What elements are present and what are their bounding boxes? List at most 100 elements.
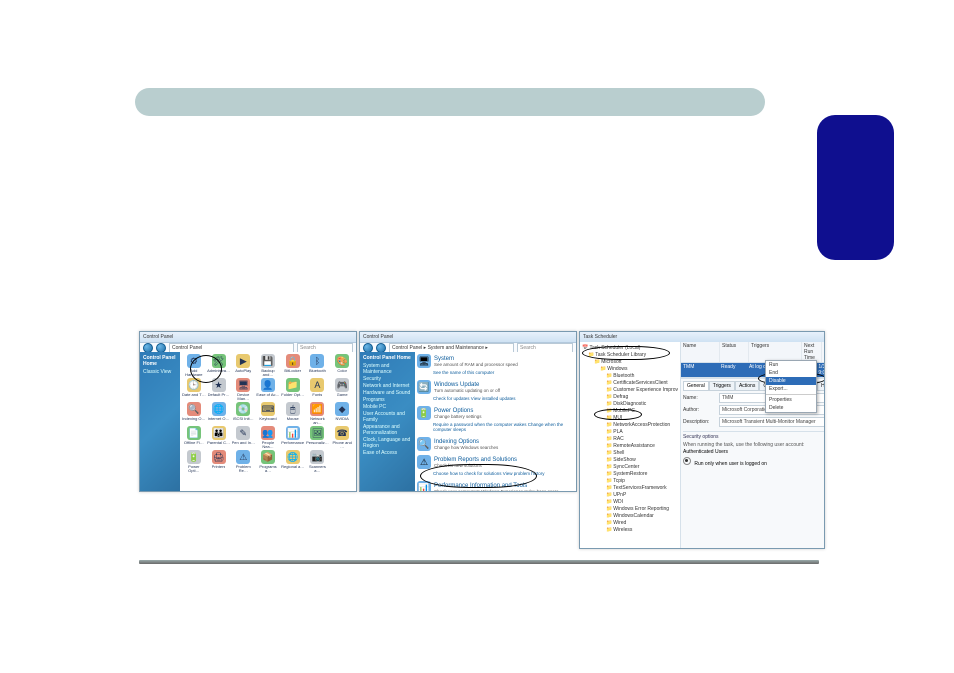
cp-item[interactable]: 🕒Date and T… (182, 378, 206, 401)
section: 🖥SystemSee amount of RAM and processor s… (415, 352, 576, 370)
tree-folder[interactable]: UPnP (606, 492, 678, 498)
sidebar-category[interactable]: Clock, Language and Region (363, 437, 418, 449)
tree-folder[interactable]: RemoteAssistance (606, 443, 678, 449)
tab-history[interactable]: History (817, 381, 825, 390)
cp-item[interactable]: 🔋Power Opti… (182, 450, 206, 473)
tree-folder[interactable]: DiskDiagnostic (606, 401, 678, 407)
cp-item[interactable]: 👪Parental C… (207, 426, 231, 449)
menu-export[interactable]: Export... (766, 385, 816, 393)
section-link[interactable]: Check for updates View installed updates (433, 396, 576, 401)
section-title[interactable]: Problem Reports and Solutions (434, 457, 517, 463)
cp-item[interactable]: 🖨Printers (207, 450, 231, 473)
sidebar-category[interactable]: Mobile PC (363, 404, 418, 410)
tree-folder[interactable]: Wired (606, 520, 678, 526)
tree-folder[interactable]: Bluetooth (606, 373, 678, 379)
menu-end[interactable]: End (766, 369, 816, 377)
tree-library[interactable]: Task Scheduler Library (588, 352, 678, 358)
sidebar-link-classic[interactable]: Classic View (143, 369, 183, 375)
cp-item[interactable]: 🖥Device Man… (231, 378, 255, 401)
section-link[interactable]: See the name of this computer (433, 370, 576, 375)
cp-item[interactable]: 🎮Game (330, 378, 354, 401)
section-link[interactable]: Choose how to check for solutions View p… (433, 471, 576, 476)
cp-item[interactable]: 💾Backup and… (256, 354, 280, 377)
sidebar-category[interactable]: Network and Internet (363, 383, 418, 389)
cp-item[interactable]: 👤Ease of Ac… (256, 378, 280, 401)
cp-item[interactable]: ▶AutoPlay (231, 354, 255, 377)
tree-root[interactable]: 📅 Task Scheduler (Local) (582, 345, 678, 351)
tab-triggers[interactable]: Triggers (709, 381, 735, 390)
sidebar-category[interactable]: Security (363, 376, 418, 382)
cp-item[interactable]: ✎Pen and In… (231, 426, 255, 449)
cp-item[interactable]: 📷Scanners a… (306, 450, 330, 473)
cp-item[interactable]: 🖼Personaliz… (306, 426, 330, 449)
section-link[interactable]: Require a password when the computer wak… (433, 422, 576, 432)
cp-icon-label: Game (337, 393, 348, 397)
menu-disable[interactable]: Disable (766, 377, 816, 385)
cp-item[interactable]: ☎Phone and … (330, 426, 354, 449)
tree-folder[interactable]: TextServicesFramework (606, 485, 678, 491)
sidebar-category[interactable]: Hardware and Sound (363, 390, 418, 396)
cp-item[interactable]: ⌨Keyboard (256, 402, 280, 425)
tree-folder[interactable]: PLA (606, 429, 678, 435)
tree-folder[interactable]: CertificateServicesClient (606, 380, 678, 386)
tree-microsoft[interactable]: Microsoft (594, 359, 678, 365)
tree-windows[interactable]: Windows (600, 366, 678, 372)
tree-folder[interactable]: SystemRestore (606, 471, 678, 477)
tree-folder[interactable]: Shell (606, 450, 678, 456)
cp-item[interactable]: 🌐Internet O… (207, 402, 231, 425)
desc-field[interactable]: Microsoft Transient Multi-Monitor Manage… (719, 417, 825, 427)
cp-item[interactable]: 🖱Mouse (281, 402, 305, 425)
tree-folder[interactable]: SideShow (606, 457, 678, 463)
icon-content: ⚙Add Hardware🛠Administra…▶AutoPlay💾Backu… (180, 352, 356, 491)
tab-actions[interactable]: Actions (735, 381, 759, 390)
cp-item[interactable]: ⚠Problem Re… (231, 450, 255, 473)
sidebar-category[interactable]: Programs (363, 397, 418, 403)
tree-folder[interactable]: WindowsCalendar (606, 513, 678, 519)
tree-folder[interactable]: WDI (606, 499, 678, 505)
sidebar-category[interactable]: Ease of Access (363, 450, 418, 456)
tree-folder[interactable]: Defrag (606, 394, 678, 400)
cp-item[interactable]: 📊Performance (281, 426, 305, 449)
col-last[interactable]: Last Run Time (822, 342, 825, 362)
menu-delete[interactable]: Delete (766, 404, 816, 412)
cp-item[interactable]: ★Default Pr… (207, 378, 231, 401)
cp-item[interactable]: 📁Folder Opt… (281, 378, 305, 401)
sidebar-category[interactable]: Appearance and Personalization (363, 424, 418, 436)
cp-item[interactable]: 🛠Administra… (207, 354, 231, 377)
menu-run[interactable]: Run (766, 361, 816, 369)
section: 🔋Power OptionsChange battery settings (415, 404, 576, 422)
tree-folder[interactable]: RAC (606, 436, 678, 442)
tree-folder[interactable]: Windows Error Reporting (606, 506, 678, 512)
cp-item[interactable]: 🔒BitLocker (281, 354, 305, 377)
tree-folder[interactable]: NetworkAccessProtection (606, 422, 678, 428)
tree-folder[interactable]: MUI (606, 415, 678, 421)
cp-item[interactable]: ⚙Add Hardware (182, 354, 206, 377)
cp-item[interactable]: 🎨Color (330, 354, 354, 377)
menu-properties[interactable]: Properties (766, 396, 816, 404)
section-desc: See amount of RAM and processor speed (434, 362, 518, 367)
tab-general[interactable]: General (683, 381, 709, 390)
cp-item[interactable]: 📦Programs a… (256, 450, 280, 473)
cp-item[interactable]: 🔍Indexing O… (182, 402, 206, 425)
sidebar-category[interactable]: System and Maintenance (363, 363, 418, 375)
tree-folder[interactable]: Customer Experience Improv (606, 387, 678, 393)
tree-folder[interactable]: MobilePC (606, 408, 678, 414)
cp-item[interactable]: ◆NVIDIA (330, 402, 354, 425)
sidebar-category[interactable]: User Accounts and Family (363, 411, 418, 423)
cp-item[interactable]: 🌐Regional a… (281, 450, 305, 473)
tree-folder[interactable]: Wireless (606, 527, 678, 533)
col-triggers[interactable]: Triggers (749, 342, 802, 362)
cp-item[interactable]: 💿iSCSI Init… (231, 402, 255, 425)
cp-item[interactable]: 👥People Nea… (256, 426, 280, 449)
section-icon: 🔍 (417, 437, 431, 451)
tree-folder[interactable]: SyncCenter (606, 464, 678, 470)
cp-item[interactable]: 📶Network an… (306, 402, 330, 425)
cp-item[interactable]: ᛒBluetooth (306, 354, 330, 377)
cp-item[interactable]: 📄Offline Fi… (182, 426, 206, 449)
col-next[interactable]: Next Run Time (802, 342, 822, 362)
col-status[interactable]: Status (720, 342, 749, 362)
tree-folder[interactable]: Tcpip (606, 478, 678, 484)
col-name[interactable]: Name (681, 342, 720, 362)
cp-item[interactable]: AFonts (306, 378, 330, 401)
radio-logged-on[interactable] (683, 457, 691, 465)
